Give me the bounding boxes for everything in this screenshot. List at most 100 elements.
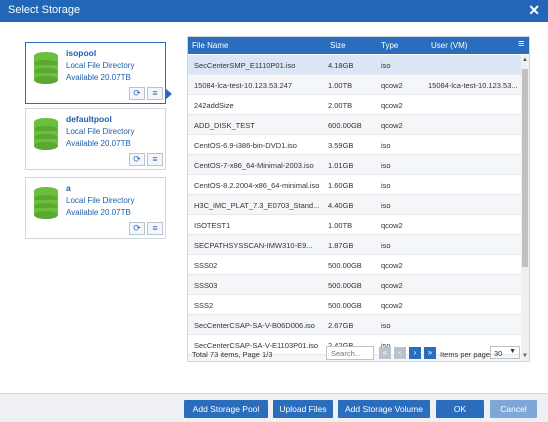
cell-file-name: SecCenterCSAP-SA-V-B06D006.iso (194, 321, 315, 330)
cell-size: 2.00TB (328, 101, 353, 110)
column-header-file-name[interactable]: File Name (192, 41, 228, 50)
database-icon (34, 187, 58, 219)
cell-file-name: H3C_iMC_PLAT_7.3_E0703_Stand... (194, 201, 320, 210)
table-body: SecCenterSMP_E1110P01.iso 4.18GB iso 15084-… (188, 55, 521, 362)
cell-type: iso (381, 361, 426, 362)
pagination-summary: Total 73 items, Page 1/3 (192, 350, 273, 359)
cell-size: 1.01GB (328, 161, 354, 170)
cell-type: qcow2 (381, 121, 403, 130)
storage-pool-card[interactable]: defaultpool Local File Directory Available… (25, 108, 166, 170)
table-row[interactable]: ADD_DISK_TEST 600.00GB qcow2 (188, 115, 521, 135)
cell-type: iso (381, 201, 391, 210)
cell-type: iso (381, 161, 391, 170)
cell-type: iso (381, 181, 391, 190)
scrollbar-thumb[interactable] (522, 69, 528, 267)
column-header-type[interactable]: Type (381, 41, 398, 50)
cell-file-name: SecCenterCSAP-SA-V-E1103P01.iso (194, 341, 319, 350)
table-scrollbar[interactable]: ▲ ▼ (521, 55, 529, 361)
pool-name: isopool (66, 48, 97, 58)
storage-pool-card[interactable]: isopool Local File Directory Available 20.… (25, 42, 166, 104)
cell-size: 500.00GB (328, 301, 362, 310)
table-row[interactable]: 15084-lca-test-10.123.53.247 1.00TB qcow2 1… (188, 75, 521, 95)
cell-type: iso (381, 141, 391, 150)
pool-type: Local File Directory (66, 127, 135, 136)
cell-size: 1.87GB (328, 241, 354, 250)
cell-size: 1.00TB (328, 81, 353, 90)
items-per-page-value: 30 (494, 349, 503, 358)
cell-file-name: SSS2 (194, 301, 214, 310)
cell-file-name: 242addSize (194, 101, 234, 110)
column-header-size[interactable]: Size (330, 41, 346, 50)
pool-type: Local File Directory (66, 196, 135, 205)
list-icon[interactable]: ≡ (147, 153, 163, 166)
table-row[interactable]: SecCenterSMP_E1110P01.iso 4.18GB iso (188, 55, 521, 75)
database-icon (34, 118, 58, 150)
cell-file-name: 15084-lca-test-10.123.53.247 (194, 81, 292, 90)
cell-file-name: ISOTEST1 (194, 221, 231, 230)
refresh-icon[interactable]: ⟳ (129, 87, 145, 100)
cell-size: 4.18GB (328, 61, 354, 70)
cell-type: iso (381, 321, 391, 330)
database-icon (34, 52, 58, 84)
column-menu-icon[interactable]: ≡ (518, 38, 524, 50)
add-storage-pool-button[interactable]: Add Storage Pool (184, 400, 268, 418)
cancel-button[interactable]: Cancel (490, 400, 537, 418)
cell-size: 1.00TB (328, 221, 353, 230)
cell-file-name: CentOS-7-x86_64-Minimal-2003.iso (194, 161, 314, 170)
table-row[interactable]: CentOS-8.2.2004-x86_64-minimal.iso 1.60GB… (188, 175, 521, 195)
items-per-page-label: Items per page (440, 350, 491, 359)
list-icon[interactable]: ≡ (147, 87, 163, 100)
items-per-page-select[interactable]: 30 ▼ (490, 346, 520, 359)
scroll-up-icon[interactable]: ▲ (522, 57, 528, 63)
cell-file-name: SecCenterSMP_E1110P01.iso (194, 61, 296, 70)
list-icon[interactable]: ≡ (147, 222, 163, 235)
cell-type: qcow2 (381, 281, 403, 290)
prev-page-button[interactable]: ‹ (394, 347, 406, 359)
table-row[interactable]: SSS03 500.00GB qcow2 (188, 275, 521, 295)
table-row[interactable]: SSS02 500.00GB qcow2 (188, 255, 521, 275)
first-page-button[interactable]: « (379, 347, 391, 359)
scroll-down-icon[interactable]: ▼ (522, 353, 528, 359)
cell-type: qcow2 (381, 301, 403, 310)
cell-size: 500.00GB (328, 281, 362, 290)
table-row[interactable]: ISOTEST1 1.00TB qcow2 (188, 215, 521, 235)
cell-type: qcow2 (381, 261, 403, 270)
pool-available: Available 20.07TB (66, 139, 131, 148)
pool-name: a (66, 183, 71, 193)
file-table: File Name Size Type User (VM) ≡ SecCente… (187, 36, 530, 362)
cell-size: 3.59GB (328, 141, 354, 150)
close-icon[interactable]: ✕ (528, 2, 540, 19)
table-row[interactable]: 242addSize 2.00TB qcow2 (188, 95, 521, 115)
pool-type: Local File Directory (66, 61, 135, 70)
table-row[interactable]: SECPATHSYSSCAN-IMW310-E9... 1.87GB iso (188, 235, 521, 255)
cell-file-name: CentOS-6.9-i386-bin-DVD1.iso (194, 141, 297, 150)
table-row[interactable]: H3C_iMC_PLAT_7.3_E0703_Stand... 4.40GB iso (188, 195, 521, 215)
cell-file-name: CentOS-8.2.2004-x86_64-minimal.iso (194, 181, 320, 190)
last-page-button[interactable]: » (424, 347, 436, 359)
pool-available: Available 20.07TB (66, 73, 131, 82)
refresh-icon[interactable]: ⟳ (129, 222, 145, 235)
dialog-title: Select Storage (8, 4, 81, 16)
cell-size: 600.00GB (328, 121, 362, 130)
cell-size: 4.40GB (328, 201, 354, 210)
pool-name: defaultpool (66, 114, 112, 124)
table-row[interactable]: CentOS-6.9-i386-bin-DVD1.iso 3.59GB iso (188, 135, 521, 155)
cell-type: qcow2 (381, 101, 403, 110)
table-row[interactable]: SecCenterCSAP-SA-V-B06D006.iso 2.67GB iso (188, 315, 521, 335)
ok-button[interactable]: OK (436, 400, 484, 418)
cell-size: 500.00GB (328, 261, 362, 270)
column-header-user-vm[interactable]: User (VM) (431, 41, 467, 50)
upload-files-button[interactable]: Upload Files (273, 400, 333, 418)
search-input[interactable] (326, 346, 374, 360)
add-storage-volume-button[interactable]: Add Storage Volume (338, 400, 430, 418)
cell-size: 1.60GB (328, 181, 354, 190)
cell-file-name: SSS02 (194, 261, 218, 270)
cell-file-name: SecCenterCSAP-SA-V-E1104.iso (194, 361, 324, 362)
storage-pool-card[interactable]: a Local File Directory Available 20.07TB ⟳ ≡ (25, 177, 166, 239)
table-row[interactable]: SSS2 500.00GB qcow2 (188, 295, 521, 315)
dialog-footer: Add Storage Pool Upload Files Add Storag… (0, 393, 548, 422)
pool-available: Available 20.07TB (66, 208, 131, 217)
refresh-icon[interactable]: ⟳ (129, 153, 145, 166)
next-page-button[interactable]: › (409, 347, 421, 359)
table-row[interactable]: CentOS-7-x86_64-Minimal-2003.iso 1.01GB is… (188, 155, 521, 175)
